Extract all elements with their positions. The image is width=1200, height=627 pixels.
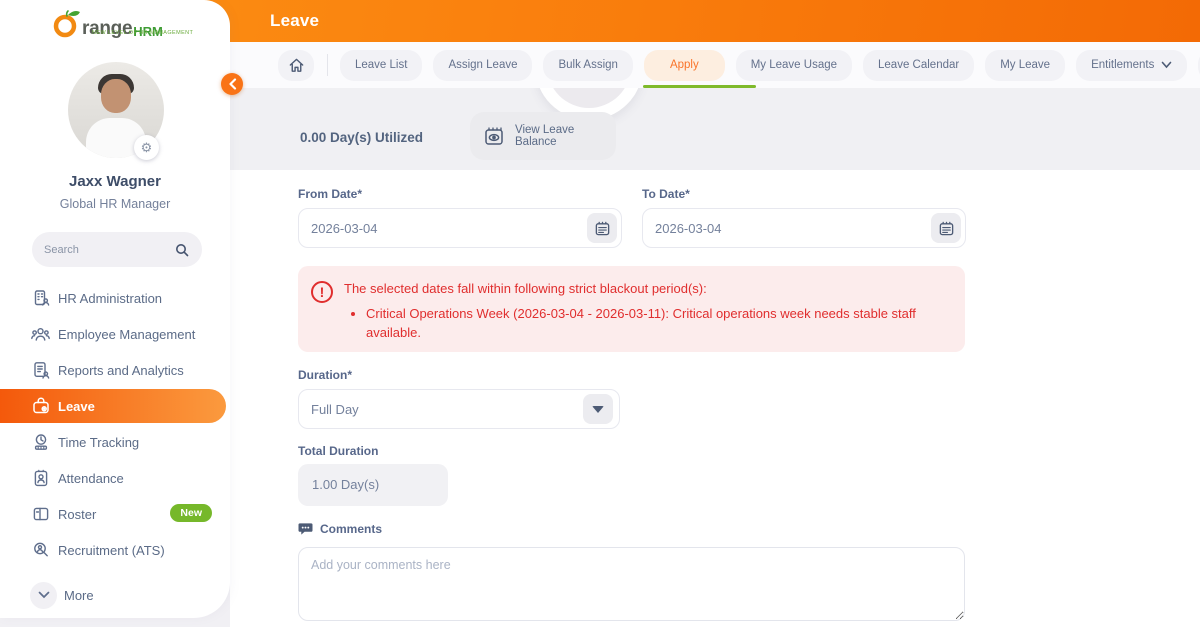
- comments-icon: [298, 522, 313, 536]
- from-date-label: From Date*: [298, 187, 362, 201]
- total-duration-value: 1.00 Day(s): [298, 464, 448, 506]
- sidebar-item-roster[interactable]: Roster New: [0, 496, 230, 532]
- sidebar-item-time-tracking[interactable]: Time Tracking: [0, 424, 230, 460]
- tab-leave-calendar[interactable]: Leave Calendar: [863, 50, 974, 81]
- user-name: Jaxx Wagner: [0, 173, 230, 190]
- sidebar-item-label: Roster: [58, 507, 96, 522]
- duration-caret-button[interactable]: [583, 394, 613, 424]
- attendance-icon: [30, 468, 51, 489]
- calendar-icon: [594, 220, 611, 237]
- dropdown-caret-icon: [592, 406, 604, 413]
- collapse-icon: [228, 78, 237, 90]
- tab-label: Leave List: [355, 50, 407, 81]
- alert-title: The selected dates fall within following…: [344, 281, 926, 296]
- sidebar-menu: HR Administration Employee Management: [0, 280, 230, 613]
- recruitment-icon: [30, 540, 51, 561]
- to-date-calendar-button[interactable]: [931, 213, 961, 243]
- logo-tagline: NEW LEVEL OF HR MANAGEMENT: [92, 30, 193, 36]
- tab-leave-list[interactable]: Leave List: [340, 50, 422, 81]
- days-utilized-text: 0.00 Day(s) Utilized: [300, 130, 423, 145]
- tab-assign-leave[interactable]: Assign Leave: [433, 50, 532, 81]
- tab-label: Entitlements: [1091, 50, 1154, 81]
- alert-item: Critical Operations Week (2026-03-04 - 2…: [366, 304, 926, 342]
- sidebar-search: [32, 232, 202, 267]
- active-tab-underline: [643, 85, 756, 88]
- duration-label: Duration*: [298, 368, 352, 382]
- duration-select[interactable]: Full Day: [298, 389, 620, 429]
- tab-label: Assign Leave: [448, 50, 517, 81]
- sidebar-item-label: HR Administration: [58, 291, 162, 306]
- time-tracking-icon: [30, 432, 51, 453]
- comments-textarea[interactable]: [298, 547, 965, 621]
- sidebar-item-hr-administration[interactable]: HR Administration: [0, 280, 230, 316]
- chevron-down-icon: [1161, 61, 1172, 69]
- tab-label: My Leave: [1000, 50, 1050, 81]
- view-balance-icon: [482, 124, 506, 148]
- total-duration-label: Total Duration: [298, 444, 378, 458]
- gear-icon[interactable]: ⚙: [134, 135, 159, 160]
- logo-range-text: range: [82, 19, 132, 39]
- chevron-down-icon: [30, 582, 57, 609]
- sidebar-item-more[interactable]: More: [0, 577, 230, 613]
- blackout-period-alert: ! The selected dates fall within followi…: [298, 266, 965, 352]
- hr-administration-icon: [30, 288, 51, 309]
- to-date-label: To Date*: [642, 187, 690, 201]
- to-date-input[interactable]: [642, 208, 966, 248]
- sidebar-item-label: Reports and Analytics: [58, 363, 184, 378]
- avatar-face: [101, 79, 131, 113]
- alert-icon: !: [311, 281, 333, 303]
- sidebar-item-employee-management[interactable]: Employee Management: [0, 316, 230, 352]
- leave-icon: [30, 396, 51, 417]
- sidebar-item-label: Employee Management: [58, 327, 195, 342]
- leave-tab-bar: Leave List Assign Leave Bulk Assign Appl…: [230, 42, 1200, 88]
- apply-leave-form: From Date* To Date* ! The selected dates…: [230, 170, 1200, 627]
- sidebar-item-label: Recruitment (ATS): [58, 543, 165, 558]
- tab-home[interactable]: [278, 50, 314, 81]
- illustration-inner: [547, 88, 631, 108]
- calendar-icon: [938, 220, 955, 237]
- tab-entitlements[interactable]: Entitlements: [1076, 50, 1187, 81]
- orange-fruit-icon: [52, 7, 82, 39]
- leave-balance-strip: 0.00 Day(s) Utilized View Leave Balance: [230, 88, 1200, 170]
- sidebar-item-leave[interactable]: Leave: [0, 389, 226, 423]
- sidebar-item-recruitment[interactable]: Recruitment (ATS): [0, 532, 230, 568]
- from-date-calendar-button[interactable]: [587, 213, 617, 243]
- sidebar-item-label: Attendance: [58, 471, 124, 486]
- sidebar-item-label: Leave: [58, 399, 95, 414]
- page-title: Leave: [270, 0, 319, 42]
- roster-icon: [30, 504, 51, 525]
- tab-label: Leave Calendar: [878, 50, 959, 81]
- sidebar-item-reports-analytics[interactable]: Reports and Analytics: [0, 352, 230, 388]
- home-icon: [288, 57, 305, 74]
- sidebar-item-label: Time Tracking: [58, 435, 139, 450]
- reports-icon: [30, 360, 51, 381]
- duration-value: Full Day: [311, 402, 583, 417]
- sidebar: range HRM NEW LEVEL OF HR MANAGEMENT ⚙ J…: [0, 0, 230, 618]
- sidebar-item-attendance[interactable]: Attendance: [0, 460, 230, 496]
- employee-management-icon: [30, 324, 51, 345]
- new-badge: New: [170, 504, 212, 522]
- tab-my-leave-usage[interactable]: My Leave Usage: [736, 50, 852, 81]
- view-balance-label: View Leave Balance: [515, 124, 604, 148]
- tab-my-leave[interactable]: My Leave: [985, 50, 1065, 81]
- search-input[interactable]: [44, 244, 174, 256]
- sidebar-item-label: More: [64, 588, 94, 603]
- tab-label: Bulk Assign: [558, 50, 617, 81]
- tab-label: My Leave Usage: [751, 50, 837, 81]
- tab-apply[interactable]: Apply: [644, 50, 725, 81]
- comments-header: Comments: [298, 522, 382, 536]
- search-icon[interactable]: [174, 242, 190, 258]
- sidebar-collapse-button[interactable]: [221, 73, 243, 95]
- alert-body: The selected dates fall within following…: [344, 281, 926, 342]
- tab-label: Apply: [670, 50, 699, 81]
- tab-bulk-assign[interactable]: Bulk Assign: [543, 50, 632, 81]
- comments-label: Comments: [320, 522, 382, 536]
- from-date-input[interactable]: [298, 208, 622, 248]
- tab-divider: [327, 54, 328, 76]
- view-leave-balance-button[interactable]: View Leave Balance: [470, 112, 616, 160]
- user-role: Global HR Manager: [0, 197, 230, 211]
